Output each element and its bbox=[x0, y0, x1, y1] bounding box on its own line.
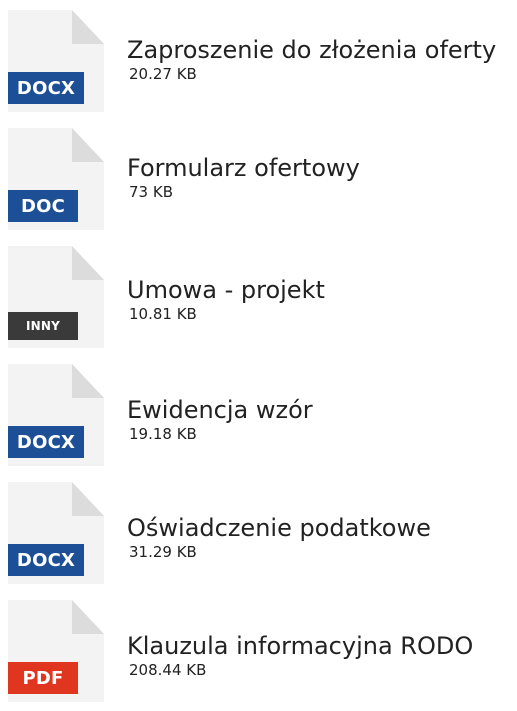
file-name: Klauzula informacyjna RODO bbox=[127, 632, 474, 660]
file-size: 73 KB bbox=[129, 183, 173, 201]
file-name: Zaproszenie do złożenia oferty bbox=[127, 36, 497, 64]
file-type-badge: DOC bbox=[8, 190, 78, 222]
file-type-badge: INNY bbox=[8, 312, 78, 340]
docx-file-icon: DOCX bbox=[4, 354, 104, 466]
attachment-list: DOCX Zaproszenie do złożenia oferty 20.2… bbox=[0, 0, 517, 711]
file-item[interactable]: INNY Umowa - projekt 10.81 KB bbox=[0, 236, 517, 354]
file-type-badge: DOCX bbox=[8, 426, 84, 458]
file-size: 20.27 KB bbox=[129, 65, 197, 83]
file-item[interactable]: PDF Klauzula informacyjna RODO 208.44 KB bbox=[0, 590, 517, 708]
file-type-label: DOCX bbox=[16, 77, 76, 99]
file-type-label: PDF bbox=[22, 667, 64, 689]
file-type-label: DOCX bbox=[16, 431, 76, 453]
file-type-badge: PDF bbox=[8, 662, 78, 694]
file-item[interactable]: DOCX Zaproszenie do złożenia oferty 20.2… bbox=[0, 0, 517, 118]
docx-file-icon: DOCX bbox=[4, 0, 104, 112]
file-name: Ewidencja wzór bbox=[127, 396, 313, 424]
file-type-label: DOCX bbox=[16, 549, 76, 571]
file-size: 10.81 KB bbox=[129, 305, 197, 323]
docx-file-icon: DOCX bbox=[4, 472, 104, 584]
file-type-badge: DOCX bbox=[8, 72, 84, 104]
file-item[interactable]: DOC Formularz ofertowy 73 KB bbox=[0, 118, 517, 236]
file-type-label: DOC bbox=[20, 195, 66, 217]
doc-file-icon: DOC bbox=[4, 118, 104, 230]
file-item[interactable]: DOCX Ewidencja wzór 19.18 KB bbox=[0, 354, 517, 472]
file-size: 31.29 KB bbox=[129, 543, 197, 561]
file-size: 208.44 KB bbox=[129, 661, 207, 679]
file-name: Formularz ofertowy bbox=[127, 154, 360, 182]
file-type-badge: DOCX bbox=[8, 544, 84, 576]
file-size: 19.18 KB bbox=[129, 425, 197, 443]
pdf-file-icon: PDF bbox=[4, 590, 104, 702]
generic-file-icon: INNY bbox=[4, 236, 104, 348]
file-name: Oświadczenie podatkowe bbox=[127, 514, 431, 542]
file-type-label: INNY bbox=[25, 319, 61, 333]
file-item[interactable]: DOCX Oświadczenie podatkowe 31.29 KB bbox=[0, 472, 517, 590]
file-name: Umowa - projekt bbox=[127, 276, 325, 304]
